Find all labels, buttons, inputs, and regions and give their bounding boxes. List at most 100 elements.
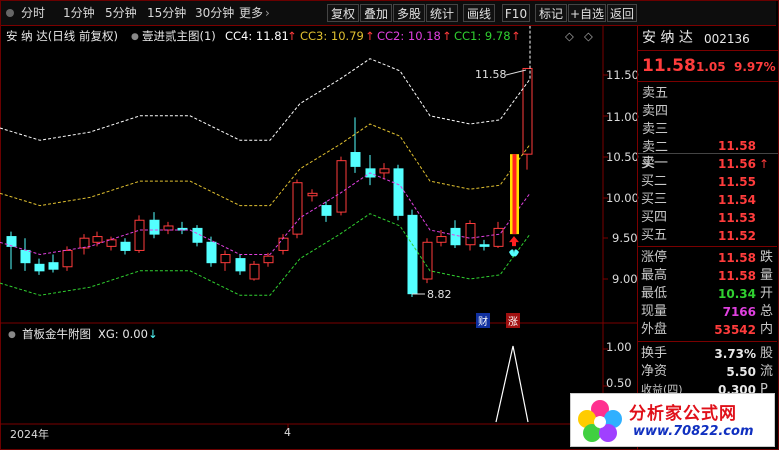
stock-name: 安 纳 达 bbox=[642, 30, 693, 46]
stat-limitup-label: 涨停 bbox=[641, 250, 668, 265]
cc3-arrow-icon: ↑ bbox=[365, 29, 375, 43]
y-tick-950: 9.50 bbox=[612, 231, 638, 245]
buy2-price: 11.55 bbox=[718, 175, 756, 189]
kline-chart[interactable] bbox=[0, 26, 637, 450]
candle-body-22 bbox=[321, 205, 332, 216]
sell3-label: 卖三 bbox=[642, 122, 669, 137]
xg-value: XG: 0.00 bbox=[98, 327, 148, 341]
buy5-label: 买五 bbox=[641, 228, 668, 243]
toolbar-dot-icon bbox=[6, 9, 14, 17]
stat-vol-suffix: 总 bbox=[760, 304, 774, 319]
tab-more[interactable]: 更多 bbox=[239, 1, 263, 25]
candle-body-35 bbox=[522, 67, 533, 155]
sub-y-tick-050: 0.50 bbox=[606, 376, 632, 390]
x-label-month: 4 bbox=[284, 426, 291, 439]
limit-up-tag[interactable]: 涨 bbox=[506, 313, 520, 328]
finance-tag[interactable]: 财 bbox=[476, 313, 490, 328]
main-indicator-name[interactable]: 壹进贰主图(1) bbox=[142, 28, 216, 44]
fuquan-button[interactable]: 复权 bbox=[327, 4, 359, 22]
candle-body-30 bbox=[436, 236, 447, 243]
y-tick-1000: 10.00 bbox=[606, 191, 639, 205]
stat-low-label: 最低 bbox=[641, 286, 668, 301]
stat-outer-value: 53542 bbox=[714, 323, 756, 337]
y-tick-1100: 11.00 bbox=[606, 110, 639, 124]
y-tick-1050: 10.50 bbox=[606, 150, 639, 164]
indicator-collapse-icon[interactable]: ● bbox=[131, 29, 139, 45]
stat-turnover-value: 3.73% bbox=[714, 347, 756, 361]
tab-15min[interactable]: 15分钟 bbox=[147, 1, 186, 25]
return-button[interactable]: 返回 bbox=[607, 4, 637, 22]
candle-body-0 bbox=[6, 236, 17, 247]
buy2-label: 买二 bbox=[641, 174, 668, 189]
sell1-price: 11.58 bbox=[718, 139, 756, 153]
candle-body-10 bbox=[149, 219, 160, 235]
butterfly-icon bbox=[509, 249, 519, 257]
settings-diamond-icon[interactable]: ◇ bbox=[565, 28, 574, 44]
stat-vol-value: 7166 bbox=[722, 305, 756, 319]
y-tick-1150: 11.50 bbox=[606, 68, 639, 82]
candle-body-26 bbox=[379, 168, 390, 174]
cc1-arrow-icon: ↑ bbox=[511, 29, 521, 43]
add-watchlist-button[interactable]: +自选 bbox=[568, 4, 606, 22]
stat-high-suffix: 量 bbox=[760, 268, 774, 283]
candle-body-31 bbox=[450, 227, 461, 246]
candle-body-9 bbox=[134, 219, 145, 251]
candle-body-15 bbox=[220, 254, 231, 264]
candle-body-28 bbox=[407, 214, 418, 295]
stats-button[interactable]: 统计 bbox=[426, 4, 458, 22]
sell4-label: 卖四 bbox=[642, 104, 669, 119]
stat-turnover-label: 换手 bbox=[641, 346, 668, 361]
sell5-label: 卖五 bbox=[642, 86, 669, 101]
buy4-label: 买四 bbox=[641, 210, 668, 225]
signal-up-arrow bbox=[509, 236, 519, 247]
cc2-arrow-icon: ↑ bbox=[442, 29, 452, 43]
buy4-price: 11.53 bbox=[718, 211, 756, 225]
draw-line-button[interactable]: 画线 bbox=[463, 4, 495, 22]
candle-body-6 bbox=[92, 236, 103, 243]
candle-body-8 bbox=[120, 241, 131, 251]
x-label-year: 2024年 bbox=[10, 428, 49, 441]
stock-code: 002136 bbox=[704, 32, 750, 46]
candle-body-19 bbox=[278, 237, 289, 251]
current-price: 11.58 bbox=[642, 56, 696, 76]
tab-fenshi[interactable]: 分时 bbox=[21, 1, 45, 25]
sub-indicator-name[interactable]: 首板金牛附图 bbox=[22, 326, 91, 342]
candle-body-16 bbox=[235, 258, 246, 272]
stock-chart-title: 安 纳 达(日线 前复权) bbox=[6, 29, 118, 43]
candle-body-18 bbox=[263, 255, 274, 264]
stat-turnover-suffix: 股 bbox=[760, 346, 774, 361]
candle-body-4 bbox=[62, 249, 73, 268]
stat-netasset-label: 净资 bbox=[641, 364, 668, 379]
stat-limitup-suffix: 跌 bbox=[760, 250, 774, 265]
cc4-value: CC4: 11.81 bbox=[225, 29, 289, 43]
buy1-label: 买一 bbox=[641, 156, 668, 171]
multi-stock-button[interactable]: 多股 bbox=[393, 4, 425, 22]
candle-body-17 bbox=[249, 263, 260, 280]
signal-bar-red bbox=[512, 154, 517, 235]
stat-limitup-value: 11.58 bbox=[718, 251, 756, 265]
f10-button[interactable]: F10 bbox=[502, 4, 530, 22]
cc3-line bbox=[0, 123, 531, 207]
stat-high-value: 11.58 bbox=[718, 269, 756, 283]
tab-30min[interactable]: 30分钟 bbox=[195, 1, 234, 25]
cc4-arrow-icon: ↑ bbox=[287, 29, 297, 43]
candle-body-3 bbox=[48, 262, 59, 270]
high-price-label: 11.58 bbox=[475, 68, 507, 81]
more-arrow-icon[interactable]: › bbox=[265, 1, 270, 25]
buy3-label: 买三 bbox=[641, 192, 668, 207]
sub-collapse-icon[interactable]: ● bbox=[8, 327, 16, 343]
buy1-up-icon: ↑ bbox=[759, 157, 770, 171]
settings-diamond-icon-2[interactable]: ◇ bbox=[584, 28, 593, 44]
y-tick-900: 9.00 bbox=[612, 272, 638, 286]
sub-y-tick-100: 1.00 bbox=[606, 340, 632, 354]
mark-button[interactable]: 标记 bbox=[535, 4, 567, 22]
candle-body-33 bbox=[479, 244, 490, 247]
low-price-label: 8.82 bbox=[427, 288, 452, 301]
stat-vol-label: 现量 bbox=[641, 304, 668, 319]
overlay-button[interactable]: 叠加 bbox=[360, 4, 392, 22]
watermark-title: 分析家公式网 bbox=[629, 404, 737, 424]
price-pct: 9.97% bbox=[734, 60, 776, 74]
candle-body-2 bbox=[34, 263, 45, 272]
tab-1min[interactable]: 1分钟 bbox=[63, 1, 95, 25]
tab-5min[interactable]: 5分钟 bbox=[105, 1, 137, 25]
